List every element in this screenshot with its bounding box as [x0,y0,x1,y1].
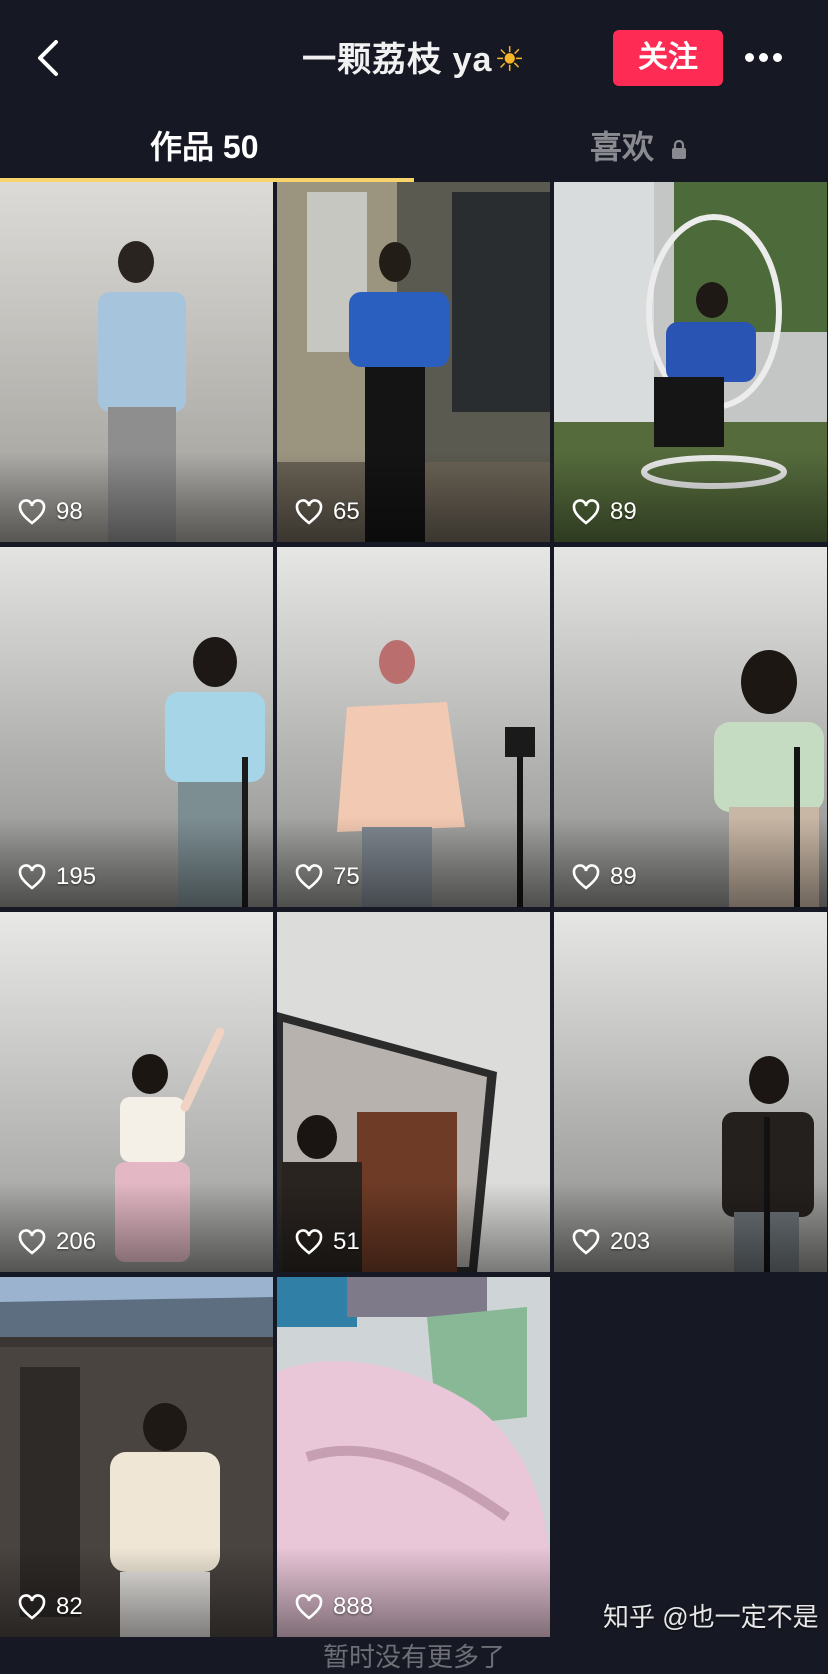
heart-icon [295,1594,323,1620]
like-count: 75 [295,863,360,891]
video-thumbnail[interactable]: 89 [554,182,827,542]
like-count-value: 51 [333,1228,360,1255]
like-count: 203 [572,1228,650,1256]
heart-icon [18,864,46,890]
video-thumbnail[interactable]: 65 [277,182,550,542]
username: 一颗荔枝 ya [302,41,493,79]
like-count-value: 65 [333,498,360,525]
like-count: 82 [18,1593,83,1621]
video-thumbnail[interactable]: 98 [0,182,273,542]
watermark: 知乎 @也一定不是 [603,1602,819,1632]
more-options-icon[interactable] [745,45,791,71]
like-count-value: 206 [56,1228,97,1255]
like-count-value: 89 [610,863,637,890]
video-thumbnail[interactable]: 203 [554,912,827,1272]
like-count: 888 [295,1593,373,1621]
video-thumbnail[interactable]: 51 [277,912,550,1272]
like-count-value: 888 [333,1593,374,1620]
video-thumbnail[interactable]: 888 [277,1277,550,1637]
video-thumbnail[interactable]: 206 [0,912,273,1272]
video-thumbnail[interactable]: 75 [277,547,550,907]
like-count: 65 [295,498,360,526]
video-thumbnail[interactable]: 89 [554,547,827,907]
heart-icon [572,864,600,890]
heart-icon [572,1229,600,1255]
no-more-content-text: 暂时没有更多了 [322,1642,505,1672]
like-count-value: 98 [56,498,83,525]
tab-likes-label: 喜欢 [590,129,655,165]
like-count: 51 [295,1228,360,1256]
like-count: 89 [572,498,637,526]
heart-icon [295,864,323,890]
heart-icon [18,499,46,525]
heart-icon [572,499,600,525]
like-count-value: 195 [56,863,97,890]
back-arrow-icon[interactable] [30,38,70,78]
heart-icon [295,499,323,525]
like-count: 195 [18,863,96,891]
video-thumbnail[interactable]: 195 [0,547,273,907]
like-count-value: 89 [610,498,637,525]
heart-icon [18,1229,46,1255]
heart-icon [18,1594,46,1620]
like-count-value: 75 [333,863,360,890]
heart-icon [295,1229,323,1255]
like-count-value: 82 [56,1593,83,1620]
follow-button[interactable]: 关注 [613,30,723,86]
like-count-value: 203 [610,1228,651,1255]
profile-tabs: 作品 50 喜欢 [0,100,828,182]
like-count: 89 [572,863,637,891]
tab-works[interactable]: 作品 50 [150,122,259,168]
sun-emoji-icon: ☀ [494,41,526,79]
video-thumbnail[interactable]: 82 [0,1277,273,1637]
like-count: 206 [18,1228,96,1256]
tab-likes[interactable]: 喜欢 [590,122,687,168]
like-count: 98 [18,498,83,526]
lock-icon [671,139,686,159]
